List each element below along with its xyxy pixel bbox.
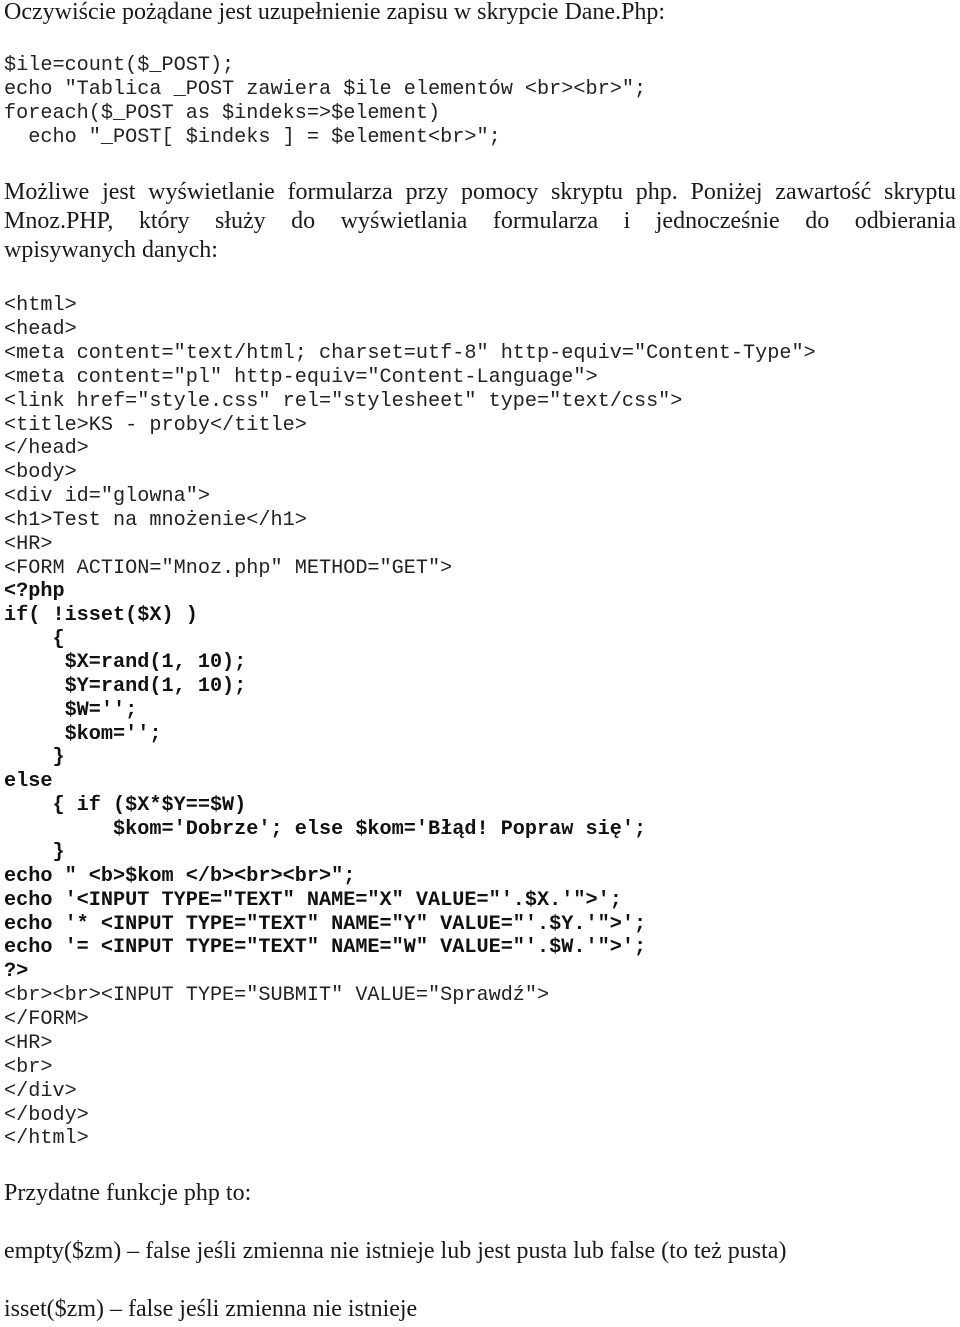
php-code-line: { (4, 628, 65, 651)
code-line: <meta content="text/html; charset=utf-8"… (4, 342, 816, 365)
php-code-line: $W=''; (4, 699, 138, 722)
code-line: <br> (4, 1056, 53, 1079)
php-code-line: <?php (4, 580, 65, 603)
code-line: echo "_POST[ $indeks ] = $element<br>"; (4, 126, 501, 149)
code-line: <HR> (4, 533, 53, 556)
php-code-line: else (4, 770, 53, 793)
function-description: empty($zm) – false jeśli zmienna nie ist… (4, 1238, 787, 1264)
php-code-line: ?> (4, 960, 29, 983)
code-line: </body> (4, 1104, 89, 1127)
php-code-line: $kom='Dobrze'; else $kom='Błąd! Popraw s… (4, 818, 647, 841)
code-line: <meta content="pl" http-equiv="Content-L… (4, 366, 598, 389)
code-line: <title>KS - proby</title> (4, 414, 307, 437)
paragraph-line: Możliwe jest wyświetlanie formularza prz… (4, 179, 956, 205)
code-line: <FORM ACTION="Mnoz.php" METHOD="GET"> (4, 557, 453, 580)
php-code-line: echo '<INPUT TYPE="TEXT" NAME="X" VALUE=… (4, 889, 622, 912)
code-line: <html> (4, 294, 77, 317)
paragraph-line: wpisywanych danych: (4, 237, 218, 263)
code-line: <link href="style.css" rel="stylesheet" … (4, 390, 683, 413)
php-code-line: } (4, 841, 65, 864)
intro-paragraph: Oczywiście pożądane jest uzupełnienie za… (4, 0, 666, 25)
code-line: $ile=count($_POST); (4, 54, 235, 77)
php-code-line: echo '= <INPUT TYPE="TEXT" NAME="W" VALU… (4, 936, 647, 959)
function-description: isset($zm) – false jeśli zmienna nie ist… (4, 1296, 418, 1322)
php-code-line: echo '* <INPUT TYPE="TEXT" NAME="Y" VALU… (4, 913, 647, 936)
code-line: <h1>Test na mnożenie</h1> (4, 509, 307, 532)
php-code-line: { if ($X*$Y==$W) (4, 794, 247, 817)
php-code-line: if( !isset($X) ) (4, 604, 198, 627)
code-line: <body> (4, 461, 77, 484)
code-line: </div> (4, 1080, 77, 1103)
section-heading: Przydatne funkcje php to: (4, 1180, 252, 1206)
php-code-line: echo " <b>$kom </b><br><br>"; (4, 865, 356, 888)
code-line: <HR> (4, 1032, 53, 1055)
php-code-line: $X=rand(1, 10); (4, 651, 247, 674)
code-line: </head> (4, 437, 89, 460)
php-code-line: $kom=''; (4, 723, 162, 746)
code-line: </FORM> (4, 1008, 89, 1031)
code-line: <div id="glowna"> (4, 485, 210, 508)
paragraph-line: Mnoz.PHP, który służy do wyświetlania fo… (4, 208, 956, 234)
code-line: <head> (4, 318, 77, 341)
code-line: echo "Tablica _POST zawiera $ile element… (4, 78, 647, 101)
code-line: </html> (4, 1127, 89, 1150)
code-line: <br><br><INPUT TYPE="SUBMIT" VALUE="Spra… (4, 984, 550, 1007)
code-line: foreach($_POST as $indeks=>$element) (4, 102, 441, 125)
php-code-line: } (4, 746, 65, 769)
php-code-line: $Y=rand(1, 10); (4, 675, 247, 698)
